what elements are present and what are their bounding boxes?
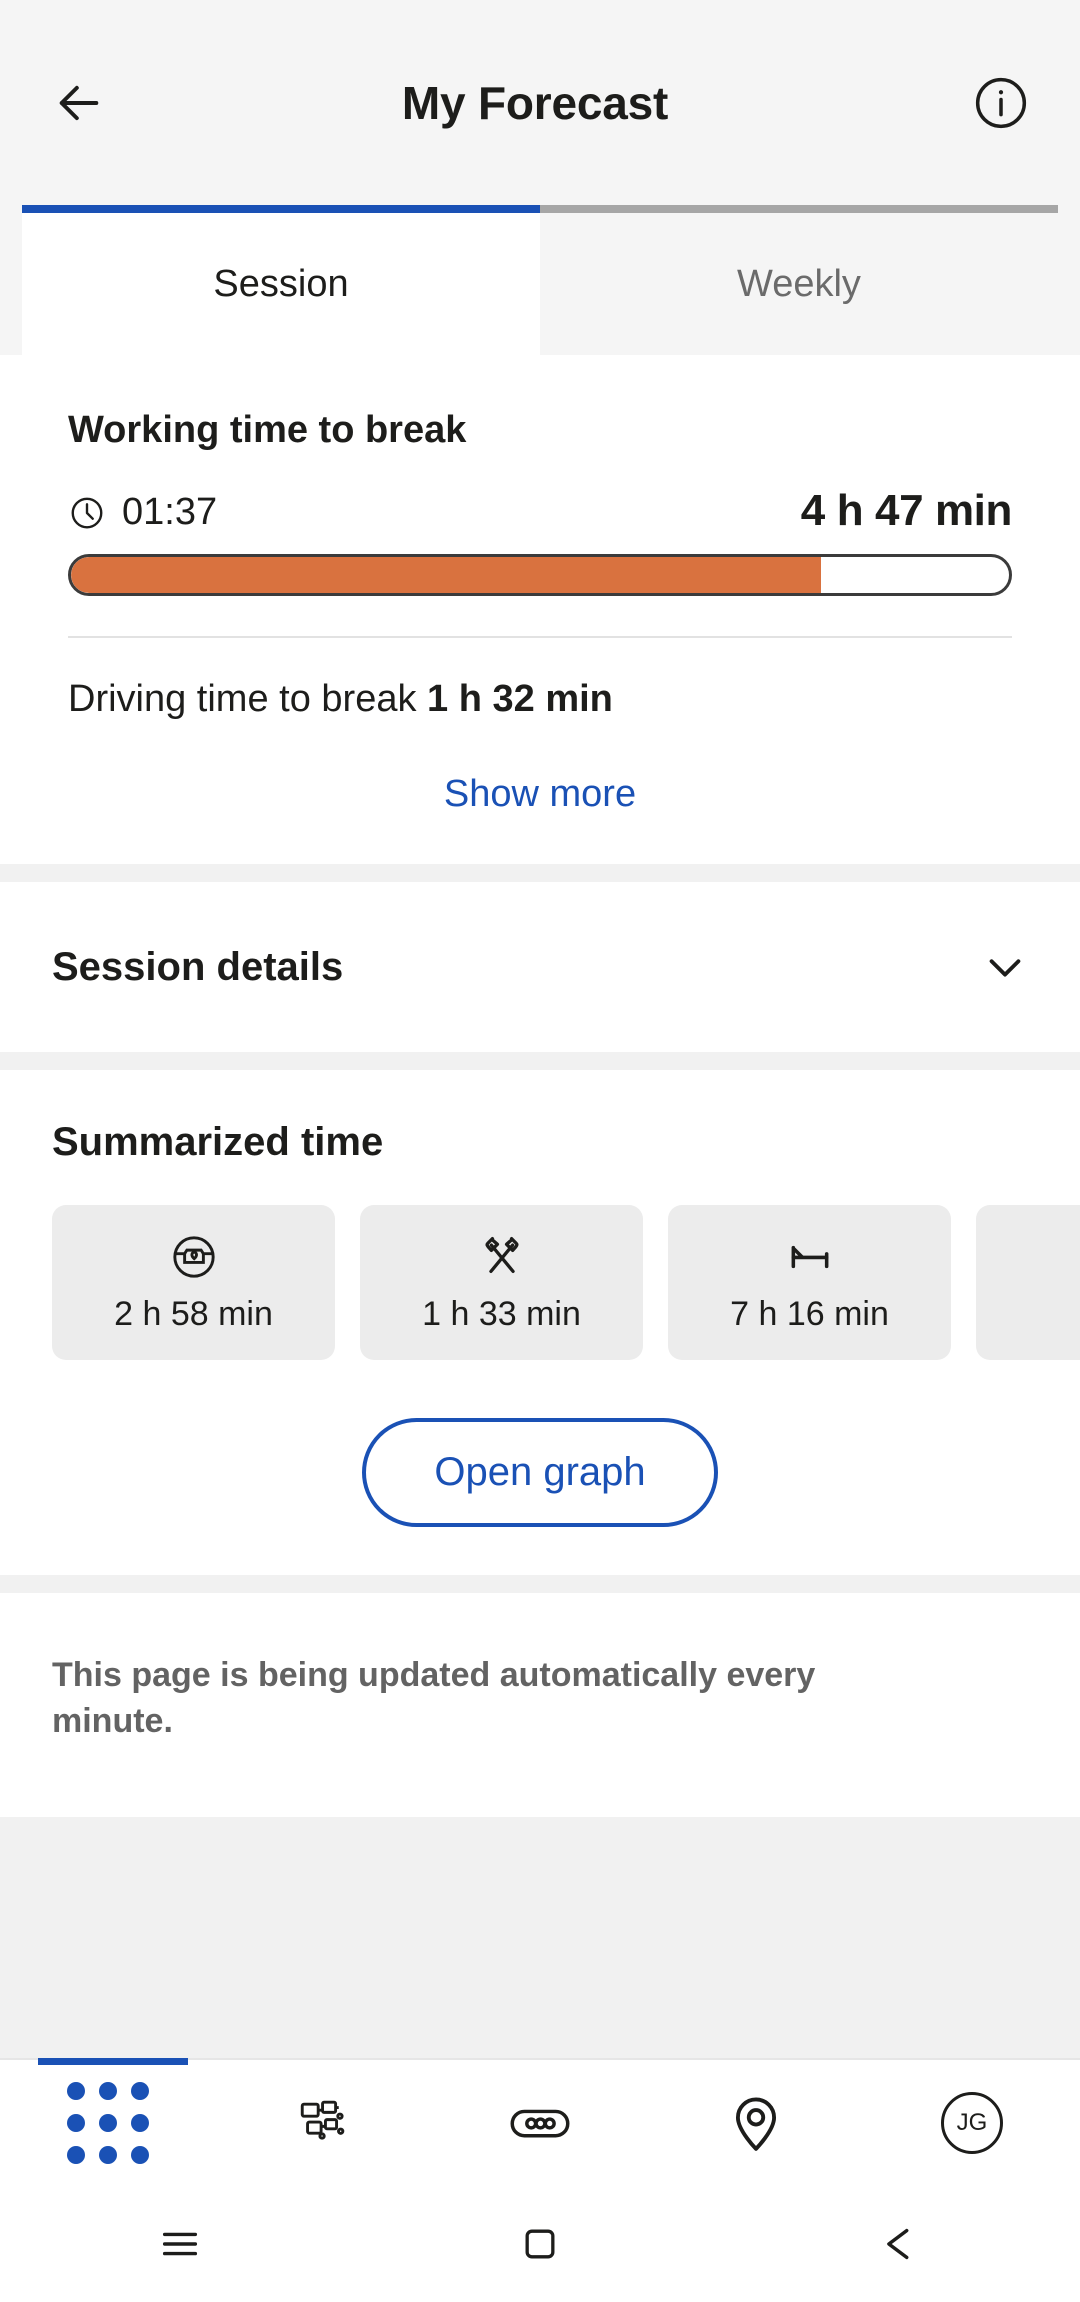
bottom-nav-item-location[interactable] xyxy=(648,2060,864,2186)
steering-wheel-icon xyxy=(169,1231,219,1283)
auto-update-note-text: This page is being updated automatically… xyxy=(52,1656,816,1740)
tab-weekly-indicator xyxy=(540,205,1058,213)
bottom-nav-item-tachograph[interactable] xyxy=(432,2060,648,2186)
system-nav-menu[interactable] xyxy=(120,2186,240,2302)
bottom-nav-item-vehicles[interactable] xyxy=(216,2060,432,2186)
driving-time-row: Driving time to break 1 h 32 min xyxy=(68,638,1012,721)
driving-time-label: Driving time to break xyxy=(68,678,417,720)
bottom-nav: JG xyxy=(0,2058,1080,2186)
tab-session[interactable]: Session xyxy=(22,205,540,355)
bed-icon xyxy=(785,1231,835,1283)
info-button[interactable] xyxy=(962,64,1040,142)
tile-next-partial[interactable] xyxy=(976,1205,1080,1360)
summarized-time-tiles[interactable]: 2 h 58 min 1 h 33 min 7 h 16 min xyxy=(0,1205,1080,1360)
summarized-time-card: Summarized time 2 h 58 min 1 h 33 min 7 … xyxy=(0,1070,1080,1575)
working-time-values: 01:37 4 h 47 min xyxy=(68,486,1012,536)
clock-icon xyxy=(71,497,103,528)
auto-update-note-card: This page is being updated automatically… xyxy=(0,1593,1080,1817)
back-triangle-icon xyxy=(887,2228,909,2260)
bottom-nav-item-apps[interactable] xyxy=(0,2060,216,2186)
summarized-time-heading: Summarized time xyxy=(52,1120,384,1164)
tile-other-work-value: 1 h 33 min xyxy=(422,1295,581,1333)
show-more-link[interactable]: Show more xyxy=(68,721,1012,816)
tile-driving[interactable]: 2 h 58 min xyxy=(52,1205,335,1360)
vehicles-icon xyxy=(300,2100,345,2140)
bottom-nav-item-profile[interactable]: JG xyxy=(864,2060,1080,2186)
tab-session-indicator xyxy=(22,205,540,213)
back-button[interactable] xyxy=(40,64,118,142)
app-bar: My Forecast xyxy=(0,0,1080,205)
tile-rest-value: 7 h 16 min xyxy=(730,1295,889,1333)
elapsed-time: 01:37 xyxy=(68,491,217,536)
tab-weekly-label: Weekly xyxy=(737,262,861,305)
tile-other-work[interactable]: 1 h 33 min xyxy=(360,1205,643,1360)
arrow-left-icon xyxy=(59,85,99,120)
remaining-time-value: 4 h 47 min xyxy=(800,486,1013,535)
tab-session-label: Session xyxy=(213,262,349,305)
tab-weekly[interactable]: Weekly xyxy=(540,205,1058,355)
location-pin-icon xyxy=(735,2097,777,2151)
system-nav xyxy=(0,2186,1080,2302)
open-graph-wrap: Open graph xyxy=(0,1360,1080,1527)
info-circle-icon xyxy=(975,77,1027,128)
chevron-down-icon[interactable] xyxy=(982,944,1028,990)
tile-driving-value: 2 h 58 min xyxy=(114,1295,273,1333)
working-time-title: Working time to break xyxy=(68,409,467,451)
page-title: My Forecast xyxy=(401,76,669,129)
session-details-heading: Session details xyxy=(52,944,344,989)
tile-rest[interactable]: 7 h 16 min xyxy=(668,1205,951,1360)
scroll-content[interactable]: Working time to break 01:37 4 h 47 min D… xyxy=(0,355,1080,2058)
working-time-card: Working time to break 01:37 4 h 47 min D… xyxy=(0,355,1080,864)
tab-bar: Session Weekly xyxy=(0,205,1080,355)
system-nav-back[interactable] xyxy=(840,2186,960,2302)
working-time-progress xyxy=(68,554,1012,596)
driving-time-value: 1 h 32 min xyxy=(427,678,613,720)
app-screen: My Forecast Session Weekly Working time … xyxy=(0,0,1080,2302)
avatar-initials: JG xyxy=(956,2109,988,2136)
tachograph-icon xyxy=(510,2109,570,2138)
elapsed-time-label: 01:37 xyxy=(122,491,218,533)
avatar: JG xyxy=(941,2092,1003,2154)
home-square-icon xyxy=(525,2229,555,2259)
apps-grid-icon xyxy=(67,2082,149,2164)
bottom-nav-active-indicator xyxy=(38,2058,188,2065)
session-details-card[interactable]: Session details xyxy=(0,882,1080,1052)
menu-icon xyxy=(162,2232,198,2256)
working-time-progress-fill xyxy=(71,557,822,593)
system-nav-home[interactable] xyxy=(480,2186,600,2302)
crossed-tools-icon xyxy=(477,1231,527,1283)
open-graph-button[interactable]: Open graph xyxy=(362,1418,718,1527)
